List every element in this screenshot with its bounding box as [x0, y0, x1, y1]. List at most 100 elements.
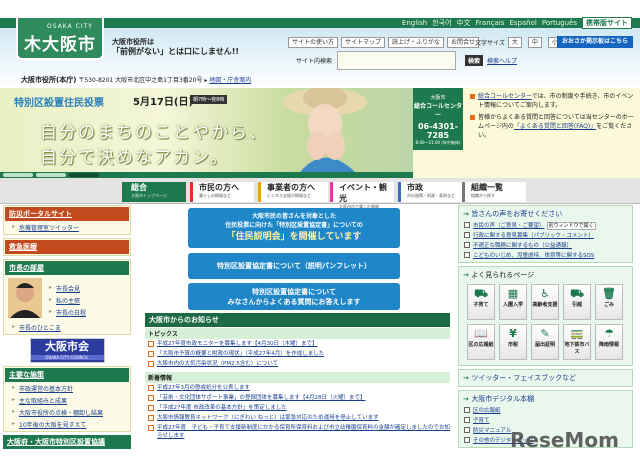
language-link[interactable]: English — [402, 19, 427, 27]
topic-link[interactable]: 「大阪市予算の概要と財政の現状」（平成27年4月）を作成しました — [145, 349, 450, 359]
digital-book-link[interactable]: 子育て — [461, 415, 630, 425]
policy-item-link[interactable]: 市政運営の基本方針 — [5, 382, 129, 394]
slide-dot[interactable] — [3, 173, 33, 177]
tile-label: 降雨情報 — [598, 342, 619, 348]
font-size-button[interactable]: 大 — [507, 37, 522, 48]
nav-tab-label: 組織一覧 — [471, 183, 503, 192]
right-sidebar: 皆さんの声をお寄せください市民の声（ご意見・ご要望）別ウィンドウで開く行政に関す… — [458, 205, 633, 451]
popular-tile[interactable]: ⛟ 引越 — [563, 284, 591, 320]
nav-tab-label: 市政 — [407, 183, 423, 192]
nav-tab-label: 市民の方へ — [199, 183, 239, 192]
nav-tab[interactable]: 組織一覧 組織から探す — [462, 182, 526, 202]
policy-item-link[interactable]: 10年後の大阪を見すえて — [5, 418, 129, 430]
disaster-link[interactable]: 危機管理室ツイッター — [5, 221, 129, 233]
city-council-banner[interactable]: 大阪市会 OSAKA CITY COUNCIL — [29, 338, 105, 363]
mayor-room-link[interactable]: 市長の部屋 — [5, 261, 129, 275]
font-size-button[interactable]: 中 — [527, 37, 542, 48]
trash-icon: 🗑 — [602, 287, 616, 300]
book-icon: 📖 — [474, 327, 488, 340]
mobile-site-link[interactable]: 携帯版サイト — [582, 17, 632, 29]
tool-button[interactable]: 読上げ・ふりがな — [388, 37, 445, 48]
osaka-board-button[interactable]: おおさか掲示板はこちら — [557, 36, 633, 48]
nav-tab[interactable]: 事業者の方へ ビジネス支援の情報など — [258, 182, 328, 202]
form-icon: ✎ — [540, 327, 550, 340]
faq-banner[interactable]: 特別区設置協定書について みなさんからよくある質問にお答えします — [188, 283, 400, 310]
language-link[interactable]: 한국어 — [432, 18, 451, 28]
tile-label: 子育て — [473, 302, 489, 308]
policy-item-link[interactable]: 主な取組みと成果 — [5, 394, 129, 406]
truck-icon: ⛟ — [570, 287, 584, 300]
social-link[interactable]: ツイッター・フェイスブックなど — [461, 372, 630, 384]
voice-link[interactable]: 不適正な職務に関するもの（公益通報） — [473, 243, 572, 249]
tagline: 大阪市役所は 「前例がない」とは口にしません!! — [112, 38, 240, 56]
popular-tile[interactable]: 🗑 ごみ — [595, 284, 623, 320]
emergency-medical-link[interactable]: 救急医療 — [5, 240, 129, 254]
tile-label: 市税 — [507, 342, 518, 348]
left-sidebar: 防災ポータルサイト危機管理室ツイッター 救急医療 市長の部屋 市長会見私の主張市… — [3, 205, 131, 449]
topic-link[interactable]: 大阪市内の大気汚染状況（PM2.5含む）について — [145, 359, 450, 369]
yen-icon: ¥ — [509, 327, 517, 340]
special-ward-council-link[interactable]: 大阪府・大阪市特別区設置協議 — [3, 435, 131, 449]
tool-button[interactable]: サイトマップ — [341, 37, 386, 48]
popular-tile[interactable]: ✎ 届出証明 — [531, 324, 559, 360]
slide-dot[interactable] — [69, 173, 99, 177]
news-link[interactable]: 平成27年度 子ども・子育て支援新制度にかかる保育所保育料および市立幼稚園保育料… — [145, 423, 450, 441]
search-help-link[interactable]: 検索ヘルプ — [487, 56, 517, 65]
nav-tab-sub: ビジネス支援の情報など — [267, 193, 311, 198]
site-logo[interactable]: OSAKA CITY ⽊大阪市 — [16, 18, 104, 60]
news-link[interactable]: 大阪市情報教育ネットワーク（にぎわい ねっと）は緊急対応のため運用を停止していま… — [145, 413, 450, 423]
popular-tile[interactable]: ⛟ 子育て — [467, 284, 495, 320]
popular-tile[interactable]: 📖 区の広報紙 — [467, 324, 495, 360]
nav-tab-sub: 暮らしの情報など — [199, 193, 231, 198]
search-input[interactable] — [337, 51, 456, 70]
nav-tab[interactable]: 市民の方へ 暮らしの情報など — [190, 182, 254, 202]
search-button[interactable]: 検索 — [465, 55, 484, 66]
tile-label: 地下鉄市バス — [564, 342, 590, 355]
elderly-icon: ♿ — [540, 287, 550, 300]
watermark-logo: ReseMom — [510, 428, 619, 452]
language-link[interactable]: Español — [509, 19, 536, 27]
pamphlet-banner[interactable]: 特別区設置協定書について（説明パンフレット） — [188, 253, 400, 279]
mayor-more-link[interactable]: 市長のひとこま — [5, 321, 129, 333]
slide-dot[interactable] — [36, 173, 66, 177]
map-link[interactable]: 地図・庁舎案内 — [209, 77, 251, 84]
voice-link[interactable]: 行政に関する意見募集（パブリック・コメント） — [473, 233, 594, 239]
tool-button[interactable]: サイトの使い方 — [288, 37, 339, 48]
nav-tab[interactable]: 市政 市の施策・財政・条例など — [398, 182, 462, 202]
popular-title: よく見られるページ — [461, 269, 630, 281]
popular-tile[interactable]: ☂ 降雨情報 — [595, 324, 623, 360]
voice-title[interactable]: 皆さんの声をお寄せください — [461, 208, 630, 220]
hero-banner[interactable]: 特別区設置住民投票 5月17日(日) 朝7時〜夜8時 自分のまちのことやから、 … — [0, 88, 413, 172]
policy-link[interactable]: 主要な施策 — [5, 368, 129, 382]
nav-tab[interactable]: イベント・観光 大阪市内で楽しむ情報 — [330, 182, 394, 209]
news-link[interactable]: 平成27年3月の懲戒処分を公表します — [145, 383, 450, 393]
language-link[interactable]: Português — [542, 19, 577, 27]
topic-link[interactable]: 平成27年度市政モニターを募集します【4月30日（木曜）まで】 — [145, 339, 450, 349]
voice-link[interactable]: 市民の声（ご意見・ご要望） — [473, 223, 545, 229]
popular-tile[interactable]: 🚃 地下鉄市バス — [563, 324, 591, 360]
news-link[interactable]: 「芸術・文化団体サポート事業」の登録団体を募集します【4月28日（火曜）まで】 — [145, 393, 450, 403]
disaster-portal-link[interactable]: 防災ポータルサイト — [5, 207, 129, 221]
popular-tile[interactable]: ▦ 入園入学 — [499, 284, 527, 320]
mayor-link[interactable]: 私の主張 — [42, 294, 86, 306]
voice-link[interactable]: こどものいじめ、児童虐待、体罰等に関するSOS — [473, 253, 594, 259]
digital-bookshelf-link[interactable]: 大阪市デジタル本棚 — [461, 393, 630, 405]
briefing-session-banner[interactable]: 大阪市民の皆さんを対象とした 住民投票に向けた「特別区設置協定書」についての 「住民… — [188, 208, 400, 248]
policy-item-link[interactable]: 大阪市役所の点検・棚卸し結果 — [5, 406, 129, 418]
tool-buttons: サイトの使い方 サイトマップ 読上げ・ふりがな お問合せ — [288, 37, 482, 48]
mayor-photo — [8, 278, 42, 318]
news-link[interactable]: 「平成27年度 市政改革の基本方針」を策定しました — [145, 403, 450, 413]
popular-tile[interactable]: ♿ 高齢者支援 — [531, 284, 559, 320]
language-link[interactable]: 中文 — [457, 18, 471, 28]
tile-label: 引越 — [571, 302, 582, 308]
popular-tile[interactable]: ¥ 市税 — [499, 324, 527, 360]
mayor-link[interactable]: 市長の日程 — [42, 306, 86, 318]
language-link[interactable]: Français — [476, 19, 505, 27]
voice-item: こどものいじめ、児童虐待、体罰等に関するSOS — [461, 250, 630, 260]
nav-tab[interactable]: 総合 大阪市トップページ — [122, 182, 186, 202]
mayor-link[interactable]: 市長会見 — [42, 282, 86, 294]
digital-book-link[interactable]: 区の広報紙 — [461, 405, 630, 415]
new-window-badge: 別ウィンドウで開く — [546, 222, 596, 230]
train-icon: 🚃 — [570, 327, 584, 340]
call-center-info: 総合コールセンターでは、市の制度や手続き、市のイベント情報についてご案内します。 — [470, 92, 638, 110]
